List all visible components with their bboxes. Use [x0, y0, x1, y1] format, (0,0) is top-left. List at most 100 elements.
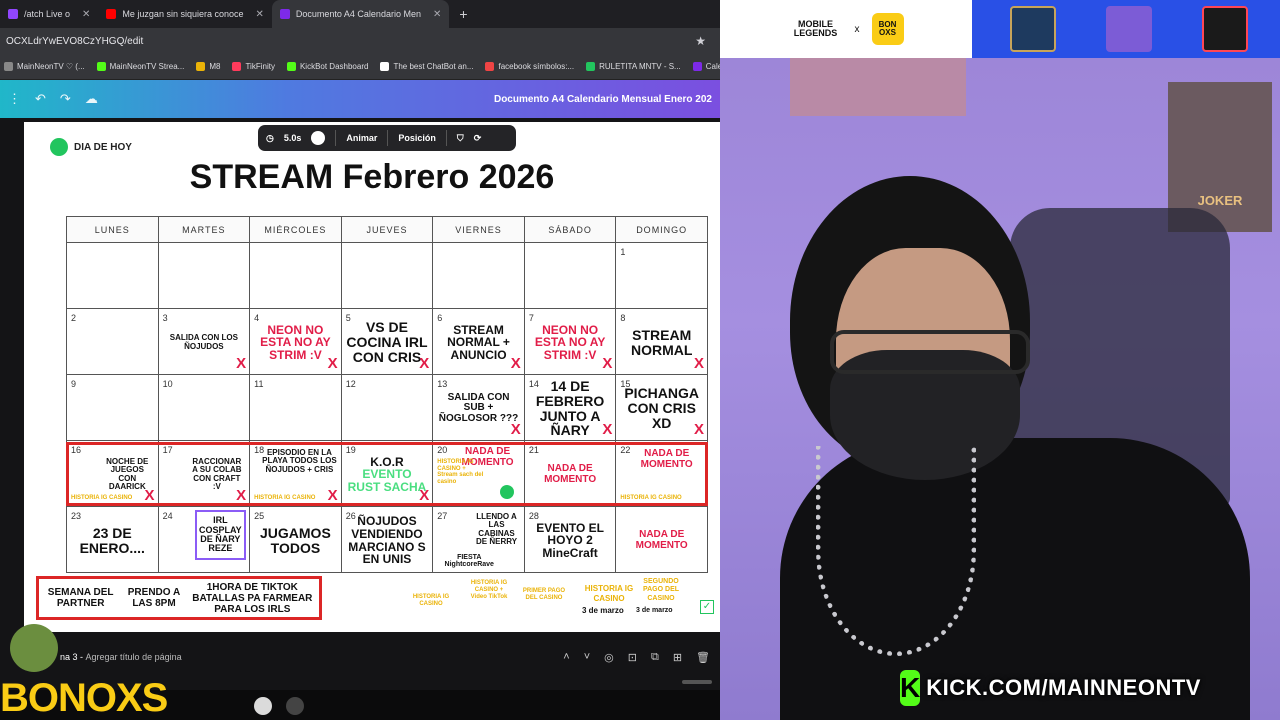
day-cell[interactable]: [523, 242, 617, 309]
event-subtext: EVENTO RUST SACHA: [347, 467, 427, 494]
duplicate-icon[interactable]: ⧉: [651, 651, 659, 664]
day-cell[interactable]: 10: [157, 374, 251, 441]
checkbox-icon[interactable]: ✓: [700, 600, 714, 614]
url-text[interactable]: OCXLdrYwEVO8CzYHGQ/edit: [6, 36, 143, 47]
day-cell[interactable]: 17 RACCIONAR A SU COLAB CON CRAFT :V X: [157, 440, 251, 507]
day-cell[interactable]: 2: [66, 308, 159, 375]
history-note: HISTORIA IG CASINO + Stream sach del cas…: [437, 459, 484, 485]
day-cell[interactable]: [249, 242, 342, 309]
chevron-down-icon[interactable]: ˅: [584, 651, 590, 664]
bookmarks-bar: MainNeonTV ♡ (... MainNeonTV Strea... M8…: [0, 54, 720, 80]
close-icon[interactable]: ✕: [256, 9, 264, 20]
trash-icon[interactable]: 🗑: [696, 651, 710, 664]
tab-canva[interactable]: Documento A4 Calendario Men ✕: [271, 0, 450, 28]
done-x-icon: X: [236, 487, 247, 504]
day-cell[interactable]: 5 VS DE COCINA IRL CON CRIS X: [340, 308, 434, 375]
address-bar[interactable]: OCXLdrYwEVO8CzYHGQ/edit ★: [0, 28, 720, 54]
animate-button[interactable]: Animar: [346, 133, 377, 143]
bookmark-item[interactable]: facebook símbolos:...: [485, 62, 574, 71]
day-header: JUEVES: [340, 216, 434, 243]
tab-youtube[interactable]: Me juzgan sin siquiera conoce ✕: [98, 0, 271, 28]
done-x-icon: X: [327, 355, 338, 372]
bookmark-item[interactable]: TikFinity: [232, 62, 275, 71]
day-cell[interactable]: 20 NADA DE MOMENTO HISTORIA IG CASINO + St…: [432, 440, 525, 507]
day-cell[interactable]: 16 NOCHE DE JUEGOS CON DAARICK HISTORIA IG…: [66, 440, 159, 507]
bookmark-item[interactable]: MainNeonTV ♡ (...: [4, 62, 85, 71]
day-cell[interactable]: 19 K.O.R EVENTO RUST SACHA X: [340, 440, 434, 507]
week-row: 1: [66, 242, 708, 309]
redo-icon[interactable]: ↷: [60, 91, 71, 107]
paint-format-icon[interactable]: ⛉: [457, 133, 464, 144]
chevron-up-icon[interactable]: ˄: [563, 651, 569, 664]
day-cell[interactable]: 14 14 DE FEBRERO JUNTO A ÑARY X: [523, 374, 617, 441]
day-cell[interactable]: [432, 242, 525, 309]
day-cell[interactable]: 27 LLENDO A LAS CABINAS DE ÑERRY FIESTA Ni…: [432, 506, 525, 573]
bookmark-item[interactable]: M8: [196, 62, 220, 71]
day-cell[interactable]: 25 JUGAMOS TODOS: [249, 506, 342, 573]
week-row: 2 3 SALIDA CON LOS ÑOJUDOS X 4 NEON NO ESTA…: [66, 308, 708, 375]
history-note: HISTORIA IG CASINO + Video TikTok: [470, 580, 508, 601]
new-tab-button[interactable]: +: [449, 6, 477, 22]
day-cell[interactable]: 22 NADA DE MOMENTO HISTORIA IG CASINO: [615, 440, 708, 507]
day-cell[interactable]: 1: [615, 242, 708, 309]
page-title-input[interactable]: Agregar título de página: [86, 652, 182, 662]
scrollbar[interactable]: [682, 680, 712, 684]
bookmark-star-icon[interactable]: ★: [695, 34, 714, 48]
day-cell[interactable]: 13 SALIDA CON SUB + ÑOGLOSOR ??? X: [432, 374, 525, 441]
add-page-icon[interactable]: ⊞: [673, 651, 682, 664]
close-icon[interactable]: ✕: [433, 9, 441, 20]
bookmark-item[interactable]: KickBot Dashboard: [286, 62, 368, 71]
avatar: [10, 624, 58, 672]
duration-button[interactable]: 5.0s: [284, 133, 302, 143]
day-cell[interactable]: NADA DE MOMENTO: [615, 506, 708, 573]
day-cell[interactable]: [66, 242, 159, 309]
position-button[interactable]: Posición: [398, 133, 436, 143]
week-row: 16 NOCHE DE JUEGOS CON DAARICK HISTORIA IG…: [66, 440, 708, 507]
bookmark-icon: [196, 62, 206, 71]
cloud-saved-icon[interactable]: ☁: [85, 91, 98, 107]
day-cell[interactable]: 21 NADA DE MOMENTO: [523, 440, 617, 507]
page-bar: na 3 - Agregar título de página ˄ ˅ ◎ ⊡ …: [0, 642, 720, 672]
day-cell[interactable]: 7 NEON NO ESTA NO AY STRIM :V X: [523, 308, 617, 375]
document-title[interactable]: Documento A4 Calendario Mensual Enero 20…: [494, 94, 712, 105]
day-cell[interactable]: 12: [340, 374, 434, 441]
clock-icon[interactable]: ◷: [266, 133, 274, 144]
close-icon[interactable]: ✕: [82, 9, 90, 20]
day-cell[interactable]: 8 STREAM NORMAL X: [615, 308, 708, 375]
day-cell[interactable]: 4 NEON NO ESTA NO AY STRIM :V X: [249, 308, 342, 375]
day-cell[interactable]: 24 IRL COSPLAY DE ÑARY REZE: [157, 506, 251, 573]
day-cell[interactable]: 15 PICHANGA CON CRIS XD X: [615, 374, 708, 441]
day-cell[interactable]: 3 SALIDA CON LOS ÑOJUDOS X: [157, 308, 251, 375]
undo-icon[interactable]: ↶: [35, 91, 46, 107]
day-cell[interactable]: 28 EVENTO EL HOYO 2 MineCraft: [523, 506, 617, 573]
tab-twitch[interactable]: /atch Live o ✕: [0, 0, 98, 28]
bookmark-item[interactable]: Calend: [692, 62, 720, 71]
day-cell[interactable]: 18 EPISODIO EN LA PLAYA TODOS LOS ÑOJUDOS…: [249, 440, 342, 507]
day-cell[interactable]: [157, 242, 251, 309]
day-cell[interactable]: [340, 242, 434, 309]
lock-icon[interactable]: ⊡: [628, 651, 637, 664]
design-page[interactable]: DIA DE HOY ◷ 5.0s Animar Posición ⛉ ⟳ ST…: [24, 122, 720, 632]
event-text: JUGAMOS TODOS: [260, 524, 331, 556]
event-text: NADA DE MOMENTO: [640, 448, 693, 470]
day-cell[interactable]: 11: [249, 374, 342, 441]
tiktok-icon: [232, 62, 242, 71]
bookmark-item[interactable]: MainNeonTV Strea...: [96, 62, 184, 71]
history-note: HISTORIA IG CASINO: [254, 495, 316, 501]
refresh-icon[interactable]: ⟳: [474, 133, 482, 144]
bookmark-item[interactable]: The best ChatBot an...: [380, 62, 473, 71]
green-circle-icon: [50, 138, 68, 156]
day-cell[interactable]: 26 ÑOJUDOS VENDIENDO MARCIANO S EN UNIS: [340, 506, 434, 573]
menu-icon[interactable]: ⋮: [8, 91, 21, 107]
browser-tab-bar: /atch Live o ✕ Me juzgan sin siquiera co…: [0, 0, 720, 28]
day-cell[interactable]: 23 23 DE ENERO....: [66, 506, 159, 573]
color-swatch-button[interactable]: [311, 131, 326, 145]
day-cell[interactable]: 6 STREAM NORMAL + ANUNCIO X: [432, 308, 525, 375]
obs-icon[interactable]: [286, 697, 304, 715]
day-cell[interactable]: 9: [66, 374, 159, 441]
teamfight-tactics-icon: [1106, 6, 1152, 52]
kick-url: KICK.COM/MAINNEONTV: [926, 675, 1201, 700]
bookmark-item[interactable]: RULETITA MNTV - S...: [586, 62, 681, 71]
chrome-icon[interactable]: [254, 697, 272, 715]
hide-icon[interactable]: ◎: [604, 651, 614, 664]
